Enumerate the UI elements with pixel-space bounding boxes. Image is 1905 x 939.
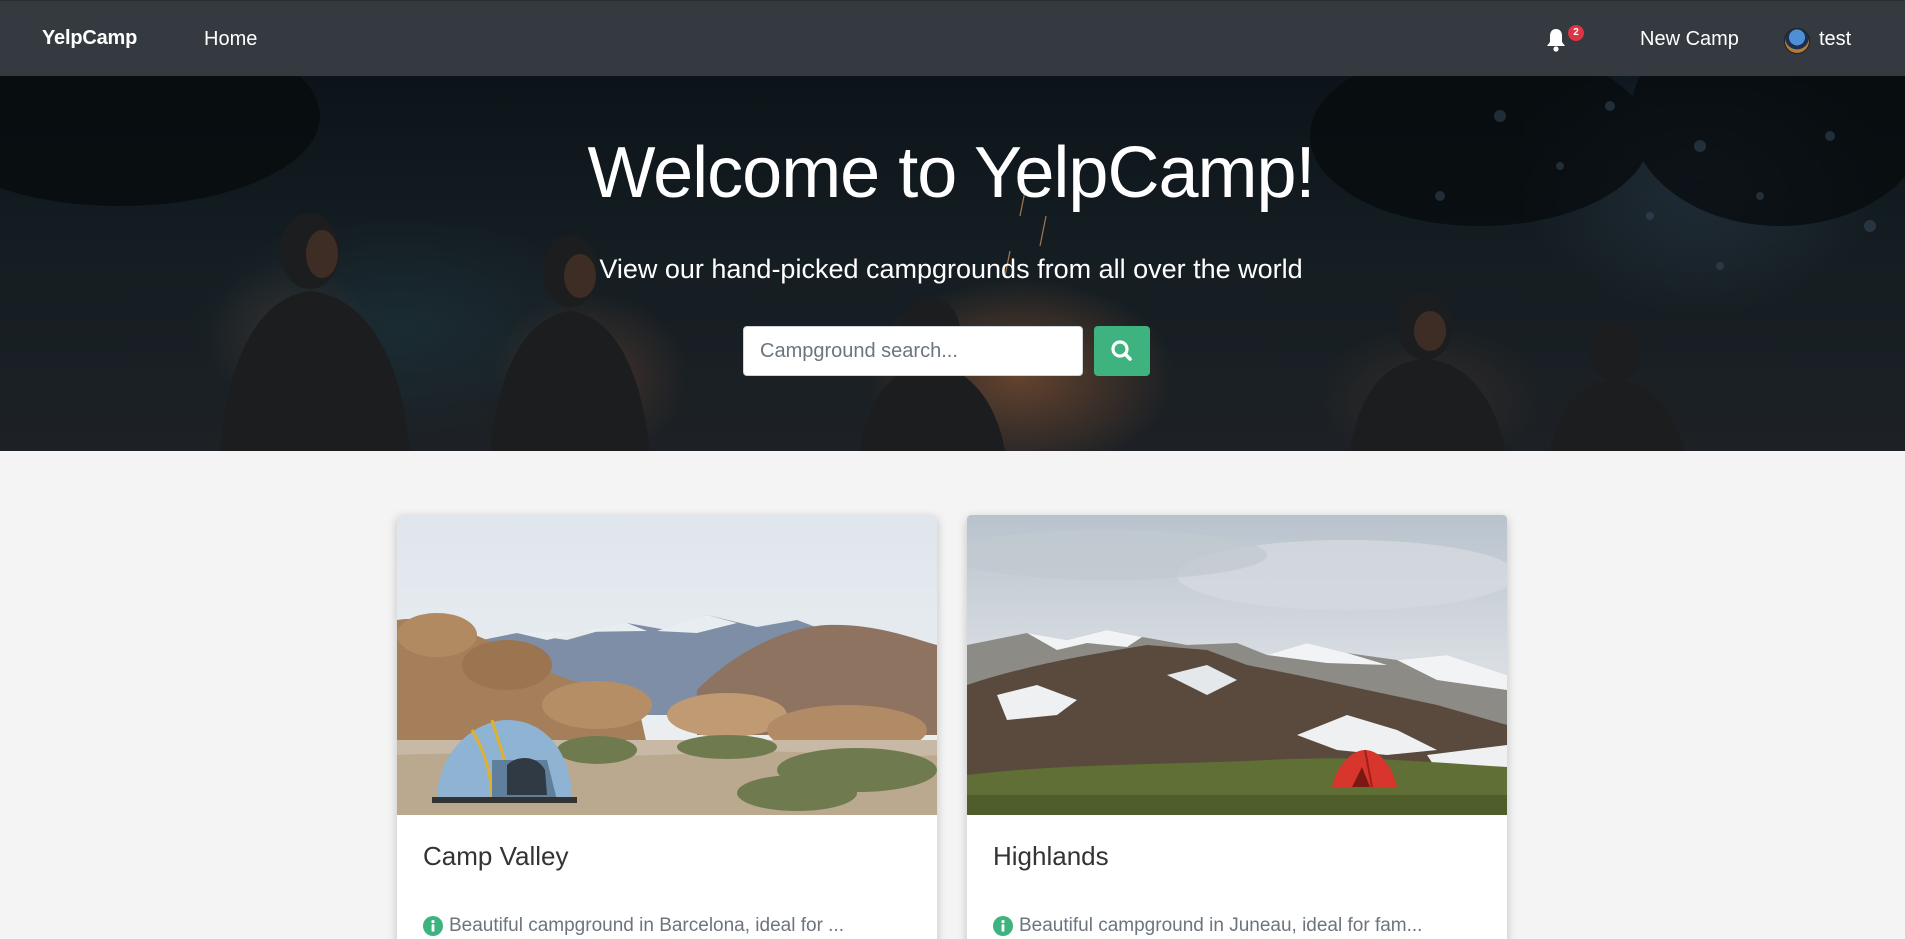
avatar[interactable] — [1784, 28, 1810, 54]
campground-name[interactable]: Highlands — [993, 841, 1109, 872]
bell-icon[interactable] — [1544, 27, 1568, 53]
campground-card[interactable]: Camp Valley Beautiful campground in Barc… — [397, 515, 937, 939]
campground-description-text: Beautiful campground in Barcelona, ideal… — [449, 915, 845, 936]
search-icon — [1111, 340, 1132, 361]
page: YelpCamp Home 2 New Camp test Welcome to… — [0, 0, 1905, 939]
hero-banner: Welcome to YelpCamp! View our hand-picke… — [0, 76, 1905, 451]
search-button[interactable] — [1094, 326, 1150, 376]
info-icon — [993, 916, 1013, 936]
campground-description: Beautiful campground in Barcelona, ideal… — [423, 915, 844, 937]
hero-subtitle: View our hand-picked campgrounds from al… — [599, 254, 1303, 284]
campground-description: Beautiful campground in Juneau, ideal fo… — [993, 915, 1422, 937]
search-input[interactable] — [743, 326, 1083, 376]
user-menu-link[interactable]: test — [1819, 28, 1851, 51]
navbar: YelpCamp Home 2 New Camp test — [0, 0, 1905, 76]
campground-card[interactable]: Highlands Beautiful campground in Juneau… — [967, 515, 1507, 939]
campground-image[interactable] — [967, 515, 1507, 815]
campground-name[interactable]: Camp Valley — [423, 841, 568, 872]
campground-image[interactable] — [397, 515, 937, 815]
info-icon — [423, 916, 443, 936]
notification-badge: 2 — [1568, 25, 1584, 41]
nav-home-link[interactable]: Home — [204, 28, 257, 51]
brand-link[interactable]: YelpCamp — [42, 27, 137, 50]
campground-description-text: Beautiful campground in Juneau, ideal fo… — [1019, 915, 1423, 936]
new-camp-link[interactable]: New Camp — [1640, 28, 1739, 51]
hero-title: Welcome to YelpCamp! — [587, 133, 1315, 213]
